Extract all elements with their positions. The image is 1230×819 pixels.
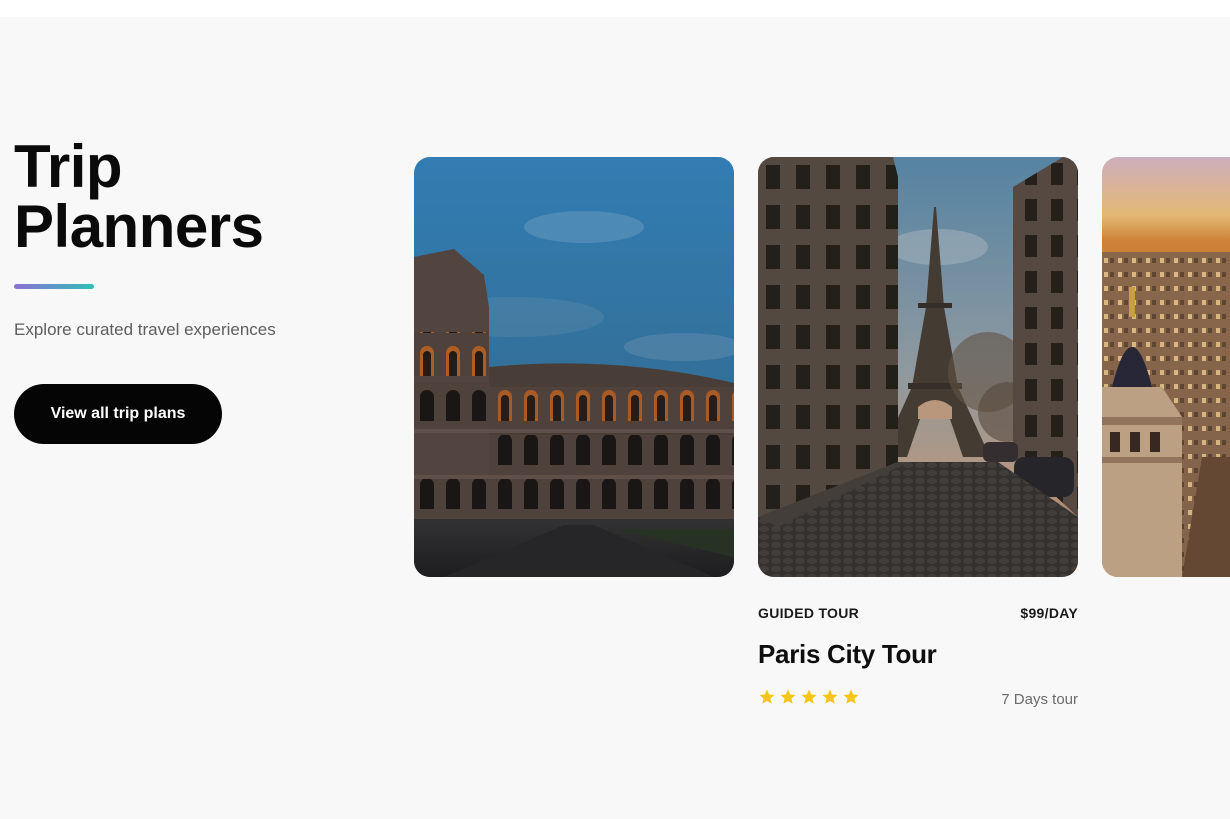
star-rating [758,688,860,710]
star-icon [759,689,775,704]
paris-tour-info: GUIDED TOUR $99/DAY Paris City Tour 7 Da… [758,605,1078,715]
view-all-trip-plans-button[interactable]: View all trip plans [14,384,222,444]
trip-card-colosseum[interactable] [414,157,734,577]
title-line-2: Planners [14,193,264,260]
star-icon [822,689,838,704]
trip-card-paris[interactable] [758,157,1078,577]
tour-duration: 7 Days tour [1001,691,1078,708]
star-icon [843,689,859,704]
title-line-1: Trip [14,133,123,200]
star-icon [780,689,796,704]
trip-planners-section: Trip Planners Explore curated travel exp… [0,17,1230,819]
tour-meta: GUIDED TOUR $99/DAY [758,605,1078,621]
trip-card-city[interactable] [1102,157,1230,577]
eiffel-tower-image [758,157,1078,577]
tour-type-label: GUIDED TOUR [758,605,860,621]
star-icon [801,689,817,704]
title-accent-bar [14,284,94,289]
tour-title[interactable]: Paris City Tour [758,639,937,670]
colosseum-image [414,157,734,577]
section-title: Trip Planners [14,133,264,260]
section-subtitle: Explore curated travel experiences [14,320,276,339]
city-skyline-image [1102,157,1230,577]
tour-price: $99/DAY [1020,605,1078,621]
